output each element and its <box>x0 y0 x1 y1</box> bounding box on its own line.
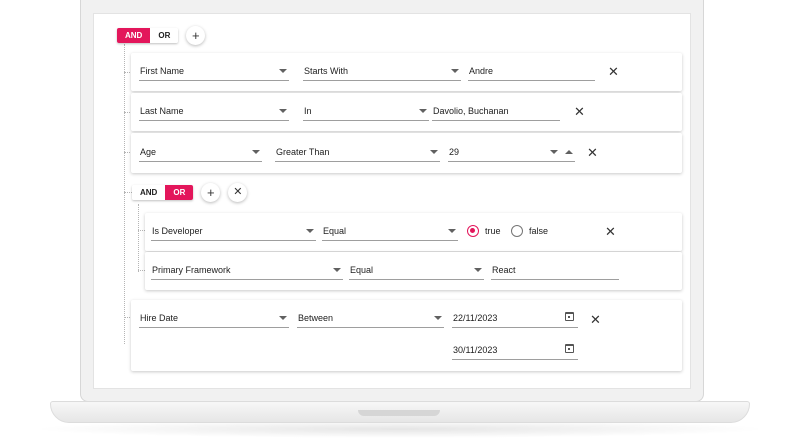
chevron-down-icon <box>430 150 438 154</box>
field-select[interactable]: Is Developer <box>151 221 316 241</box>
root-connector <box>124 44 125 344</box>
chevron-down-icon <box>333 268 341 272</box>
chevron-down-icon <box>252 150 260 154</box>
subgroup-rule-row: Primary Framework Equal React <box>145 252 682 290</box>
operator-select[interactable]: In <box>303 101 429 121</box>
rule-row: Age Greater Than 29 ✕ <box>131 133 682 173</box>
chevron-down-icon <box>279 109 287 113</box>
close-icon[interactable]: ✕ <box>608 65 619 78</box>
field-select[interactable]: Last Name <box>139 101 289 121</box>
chevron-down-icon <box>306 229 314 233</box>
operator-select[interactable]: Starts With <box>303 61 461 81</box>
chevron-down-icon <box>448 229 456 233</box>
radio-true[interactable] <box>467 225 479 237</box>
laptop-notch <box>358 410 440 416</box>
date-rule-row: Hire Date Between 22/11/2023 ✕ 30/11/202… <box>131 300 682 371</box>
subgroup-or-button[interactable]: OR <box>165 185 194 200</box>
subgroup-rule-row: Is Developer Equal true false ✕ <box>145 213 682 251</box>
operator-select[interactable]: Between <box>297 308 444 328</box>
subgroup-and-button[interactable]: AND <box>132 185 166 200</box>
connector <box>124 192 132 193</box>
close-icon[interactable]: ✕ <box>574 105 585 118</box>
chevron-down-icon <box>451 69 459 73</box>
chevron-down-icon <box>279 316 287 320</box>
rule-row: Last Name In Davolio, Buchanan ✕ <box>131 93 682 131</box>
root-condition-toggle: AND OR <box>117 28 179 43</box>
calendar-icon[interactable] <box>565 344 574 353</box>
chevron-down-icon <box>434 316 442 320</box>
close-icon[interactable]: ✕ <box>587 146 598 159</box>
operator-select[interactable]: Greater Than <box>275 142 440 162</box>
close-icon[interactable]: ✕ <box>605 225 616 238</box>
rule-row: First Name Starts With Andre ✕ <box>131 53 682 91</box>
subgroup-condition-toggle: AND OR <box>132 185 194 200</box>
spin-up-icon[interactable] <box>565 150 573 154</box>
query-builder-screen: AND OR + First Name Starts With Andre ✕ … <box>93 13 691 389</box>
chevron-down-icon <box>419 109 427 113</box>
field-select[interactable]: Hire Date <box>139 308 289 328</box>
chevron-down-icon <box>279 69 287 73</box>
number-input[interactable]: 29 <box>448 142 575 162</box>
plus-icon[interactable]: + <box>186 26 206 45</box>
plus-icon[interactable]: + <box>201 183 221 202</box>
root-and-button[interactable]: AND <box>117 28 151 43</box>
root-group-header: AND OR + <box>117 26 206 45</box>
close-icon[interactable]: ✕ <box>590 313 601 326</box>
root-or-button[interactable]: OR <box>150 28 179 43</box>
close-icon[interactable]: ✕ <box>228 183 248 202</box>
connector <box>138 270 145 271</box>
calendar-icon[interactable] <box>565 312 574 321</box>
subgroup-connector <box>138 204 139 272</box>
field-select[interactable]: Primary Framework <box>151 260 343 280</box>
radio-false[interactable] <box>511 225 523 237</box>
value-input[interactable]: Andre <box>468 61 595 81</box>
value-input[interactable]: Davolio, Buchanan <box>432 101 560 121</box>
end-date-picker[interactable]: 30/11/2023 <box>452 340 578 360</box>
spin-down-icon[interactable] <box>550 150 558 154</box>
start-date-picker[interactable]: 22/11/2023 <box>452 308 578 328</box>
chevron-down-icon <box>474 268 482 272</box>
operator-select[interactable]: Equal <box>322 221 458 241</box>
field-select[interactable]: First Name <box>139 61 289 81</box>
connector <box>138 230 145 231</box>
radio-true-label: true <box>485 226 501 236</box>
field-select[interactable]: Age <box>139 142 262 162</box>
radio-false-label: false <box>529 226 549 236</box>
operator-select[interactable]: Equal <box>349 260 484 280</box>
subgroup-header: AND OR + ✕ <box>132 183 248 202</box>
value-input[interactable]: React <box>491 260 619 280</box>
